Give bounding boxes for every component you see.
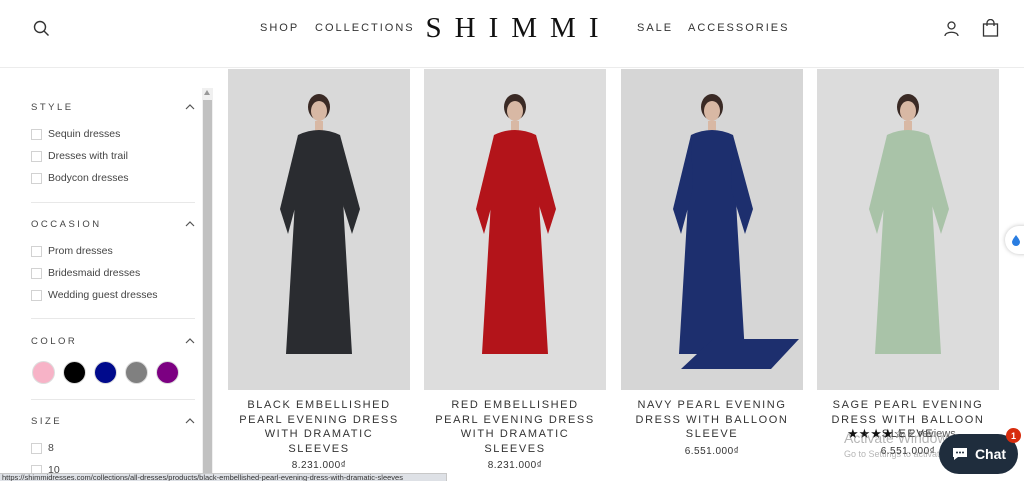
cart-icon[interactable] bbox=[980, 18, 1000, 38]
color-swatch-purple[interactable] bbox=[156, 361, 179, 384]
filter-option[interactable]: Bodycon dresses bbox=[31, 172, 129, 184]
product-image[interactable] bbox=[228, 69, 410, 390]
color-swatch-grey[interactable] bbox=[125, 361, 148, 384]
dress-model-figure bbox=[869, 94, 949, 354]
product-image[interactable] bbox=[817, 69, 999, 390]
nav-sale[interactable]: SALE bbox=[637, 22, 673, 34]
browser-status-url: https://shimmidresses.com/collections/al… bbox=[0, 473, 447, 481]
nav-collections[interactable]: COLLECTIONS bbox=[315, 22, 415, 34]
accessibility-widget[interactable] bbox=[1005, 226, 1024, 254]
product-rating[interactable]: ★★★★☆ 2 reviews bbox=[847, 426, 956, 442]
product-card[interactable]: SAGE PEARL EVENING DRESS WITH BALLOON SL… bbox=[817, 69, 999, 457]
chat-button[interactable]: Chat bbox=[939, 434, 1018, 474]
product-image[interactable] bbox=[424, 69, 606, 390]
divider bbox=[31, 399, 195, 400]
chat-label: Chat bbox=[974, 446, 1007, 462]
divider bbox=[31, 318, 195, 319]
chat-bubble-icon bbox=[952, 448, 967, 460]
dress-model-figure bbox=[673, 94, 799, 369]
nav-accessories[interactable]: ACCESSORIES bbox=[688, 22, 789, 34]
checkbox[interactable] bbox=[31, 442, 42, 454]
filter-option[interactable]: Bridesmaid dresses bbox=[31, 267, 140, 279]
filter-title[interactable]: SIZE bbox=[31, 416, 62, 427]
divider bbox=[31, 202, 195, 203]
sidebar-scrollbar[interactable] bbox=[202, 88, 213, 481]
product-price: 8.231.000₫ bbox=[487, 460, 543, 471]
filter-option[interactable]: Sequin dresses bbox=[31, 128, 120, 140]
color-swatch-navy[interactable] bbox=[94, 361, 117, 384]
product-card[interactable]: BLACK EMBELLISHED PEARL EVENING DRESS WI… bbox=[228, 69, 410, 471]
chevron-up-icon[interactable] bbox=[185, 336, 195, 346]
dress-model-figure bbox=[476, 94, 556, 354]
search-icon[interactable] bbox=[31, 18, 51, 38]
color-swatch-pink[interactable] bbox=[32, 361, 55, 384]
product-name[interactable]: BLACK EMBELLISHED PEARL EVENING DRESS WI… bbox=[228, 398, 410, 456]
site-logo[interactable]: SHIMMI bbox=[413, 12, 612, 44]
color-swatches bbox=[32, 361, 179, 384]
chevron-up-icon[interactable] bbox=[185, 416, 195, 426]
dress-model-figure bbox=[280, 94, 360, 354]
product-card[interactable]: RED EMBELLISHED PEARL EVENING DRESS WITH… bbox=[424, 69, 606, 471]
checkbox[interactable] bbox=[31, 289, 42, 301]
chevron-up-icon[interactable] bbox=[185, 102, 195, 112]
product-price: 8.231.000₫ bbox=[291, 460, 347, 471]
checkbox[interactable] bbox=[31, 172, 42, 184]
checkbox[interactable] bbox=[31, 267, 42, 279]
filter-option[interactable]: 8 bbox=[31, 442, 54, 454]
color-swatch-black[interactable] bbox=[63, 361, 86, 384]
product-name[interactable]: NAVY PEARL EVENING DRESS WITH BALLOON SL… bbox=[621, 398, 803, 442]
product-price: 6.551.000₫ bbox=[684, 445, 740, 457]
scrollbar-thumb[interactable] bbox=[203, 100, 212, 481]
product-card[interactable]: NAVY PEARL EVENING DRESS WITH BALLOON SL… bbox=[621, 69, 803, 457]
checkbox[interactable] bbox=[31, 128, 42, 140]
product-image[interactable] bbox=[621, 69, 803, 390]
filter-title[interactable]: COLOR bbox=[31, 336, 77, 347]
scroll-up-arrow-icon[interactable] bbox=[204, 90, 210, 95]
filter-sidebar: STYLE Sequin dresses Dresses with trail … bbox=[0, 69, 212, 481]
chat-notification-badge: 1 bbox=[1006, 428, 1021, 443]
checkbox[interactable] bbox=[31, 150, 42, 162]
filter-option[interactable]: Dresses with trail bbox=[31, 150, 128, 162]
filter-option[interactable]: Wedding guest dresses bbox=[31, 289, 158, 301]
filter-title[interactable]: OCCASION bbox=[31, 219, 102, 230]
filter-title[interactable]: STYLE bbox=[31, 102, 74, 113]
checkbox[interactable] bbox=[31, 245, 42, 257]
filter-option[interactable]: Prom dresses bbox=[31, 245, 113, 257]
chevron-up-icon[interactable] bbox=[185, 219, 195, 229]
droplet-icon bbox=[1012, 235, 1020, 246]
product-name[interactable]: RED EMBELLISHED PEARL EVENING DRESS WITH… bbox=[424, 398, 606, 456]
rating-stars: ★★★★☆ bbox=[847, 426, 906, 441]
nav-shop[interactable]: SHOP bbox=[260, 22, 299, 34]
site-header: SHOP COLLECTIONS SHIMMI SALE ACCESSORIES bbox=[0, 0, 1024, 68]
account-icon[interactable] bbox=[941, 18, 961, 38]
